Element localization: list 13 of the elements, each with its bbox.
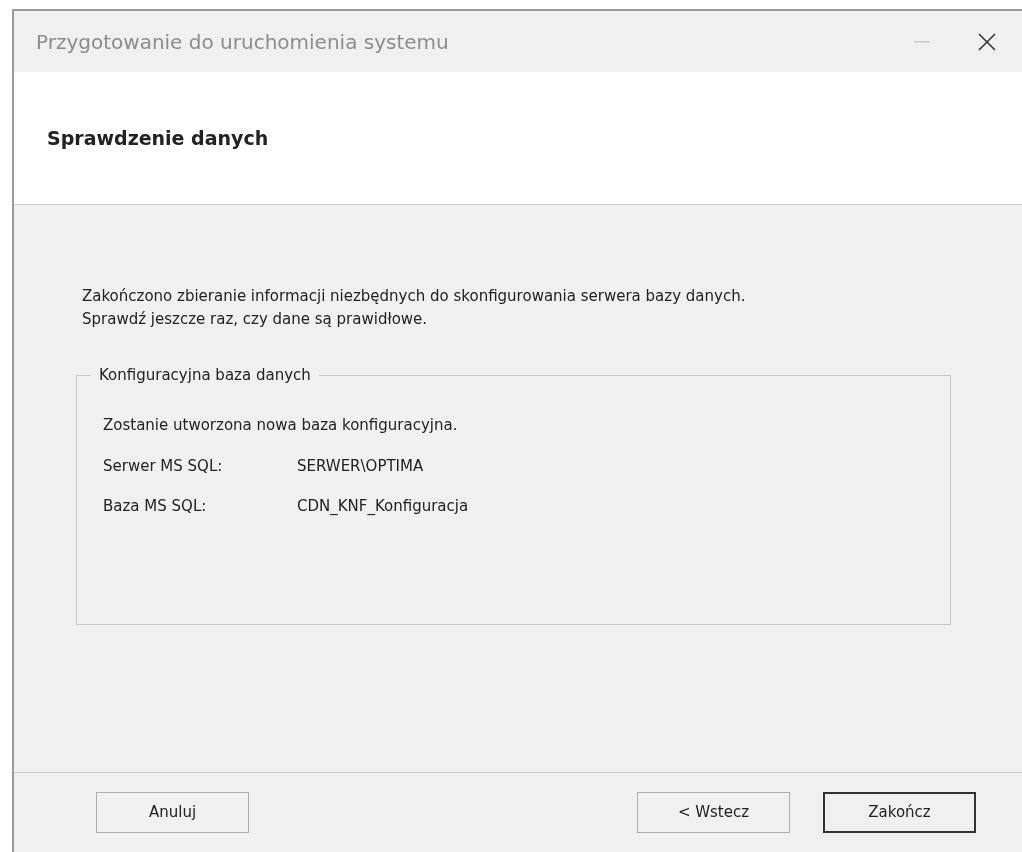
field-value: CDN_KNF_Konfiguracja (297, 496, 469, 517)
field-label: Baza MS SQL: (103, 496, 208, 517)
page-heading: Sprawdzenie danych (47, 125, 269, 151)
dialog-button[interactable]: < Wstecz (637, 792, 790, 833)
finish-button[interactable]: Zakończ (823, 792, 976, 833)
field-label: Serwer MS SQL: (103, 455, 224, 477)
close-icon[interactable] (978, 32, 996, 51)
dialog-button[interactable]: Anuluj (96, 792, 249, 833)
intro-text: Zakończono zbieranie informacji niezbędnych do skonfigurowania serwera bazy danych. (82, 286, 747, 307)
intro-text: Sprawdź jeszcze raz, czy dane są prawidłowe. (82, 308, 429, 330)
window-title: Przygotowanie do uruchomienia systemu (36, 28, 449, 56)
group-message: Zostanie utworzona nowa baza konfiguracyjna. (103, 415, 459, 436)
field-value: SERWER\OPTIMA (297, 455, 424, 477)
